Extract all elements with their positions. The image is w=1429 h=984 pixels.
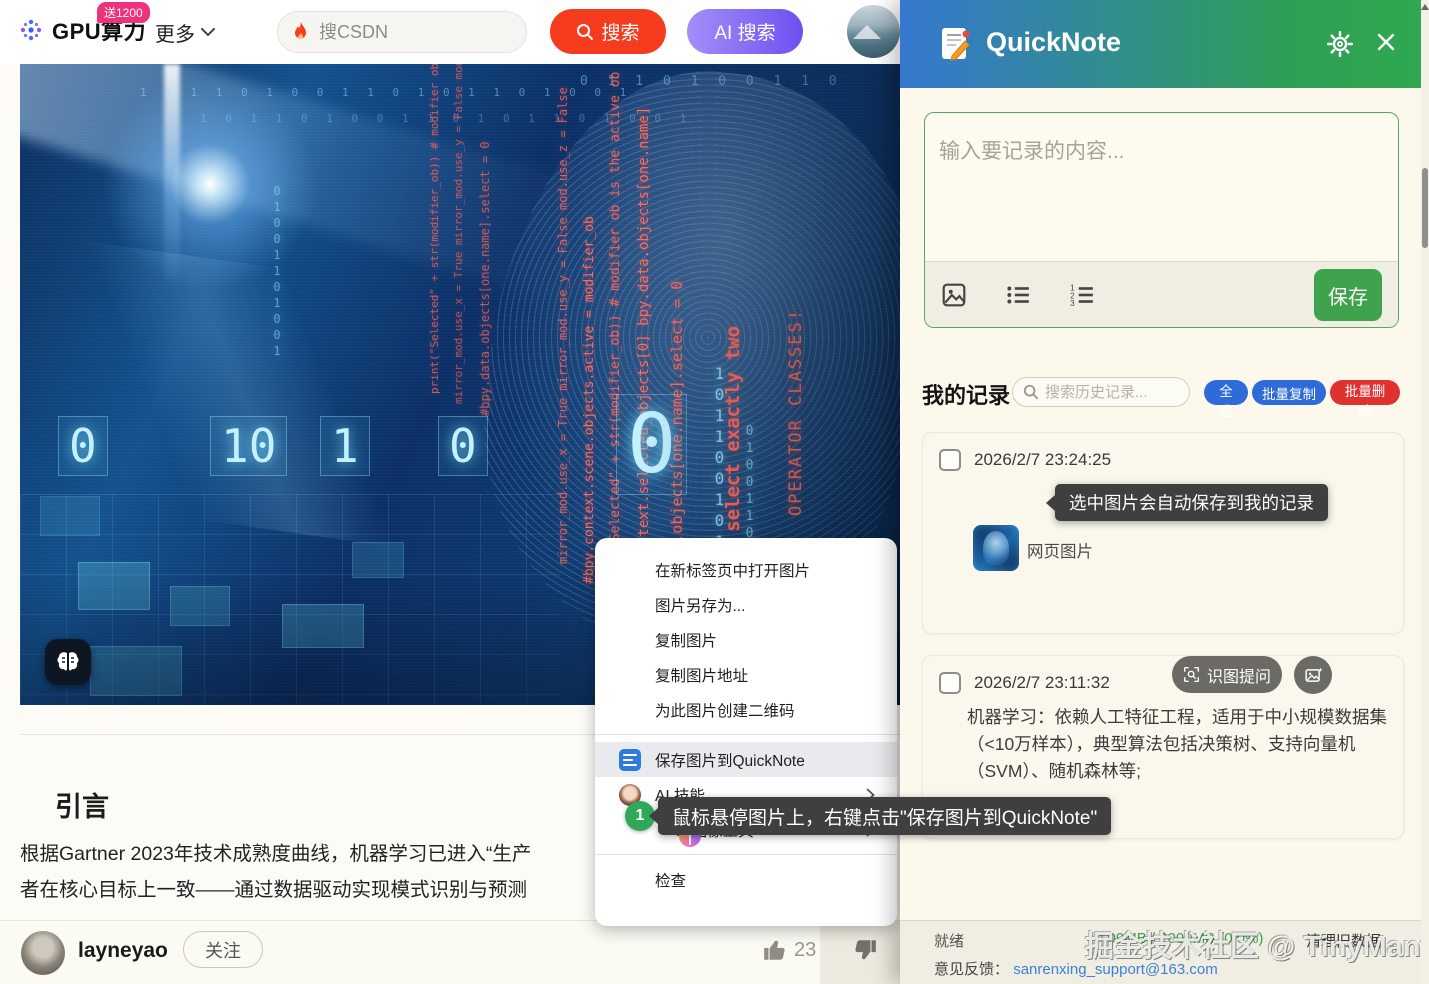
record-image-label: 网页图片 xyxy=(1027,538,1093,562)
flame-icon xyxy=(292,21,310,43)
author-bar: layneyao 关注 23 xyxy=(0,920,900,984)
search-button[interactable]: 搜索 xyxy=(550,9,666,54)
follow-button[interactable]: 关注 xyxy=(183,931,263,968)
record-item: 2026/2/7 23:24:25 网页图片 xyxy=(922,432,1404,634)
tutorial-step-1-tooltip: 鼠标悬停图片上，右键点击"保存图片到QuickNote" xyxy=(658,797,1111,835)
panel-scrollbar[interactable] xyxy=(1421,0,1429,984)
site-topbar: GPU算力 送1200 更多 搜索 AI 搜索 xyxy=(0,0,900,64)
batch-copy-button[interactable]: 批量复制 xyxy=(1252,380,1326,405)
batch-delete-button[interactable]: 批量删除 xyxy=(1330,380,1400,405)
more-label: 更多 xyxy=(155,18,195,47)
tutorial-step-2-tooltip: 选中图片会自动保存到我的记录 xyxy=(1055,484,1328,521)
chevron-down-icon xyxy=(201,28,215,37)
quicknote-panel: QuickNote xyxy=(900,0,1421,984)
record-date: 2026/2/7 23:24:25 xyxy=(974,450,1111,470)
feedback-row: 意见反馈： sanrenxing_support@163.com xyxy=(934,958,1218,979)
search-icon xyxy=(1023,384,1039,400)
menu-item-inspect[interactable]: 检查 xyxy=(595,862,897,897)
brain-icon xyxy=(55,650,81,674)
note-input[interactable] xyxy=(925,113,1398,263)
dislike-button[interactable] xyxy=(852,937,878,968)
bullet-list-icon[interactable] xyxy=(1005,282,1031,308)
records-search-input[interactable] xyxy=(1045,384,1175,401)
save-note-button[interactable]: 保存 xyxy=(1314,269,1382,321)
search-button-label: 搜索 xyxy=(601,18,639,45)
settings-gear-icon[interactable] xyxy=(1326,30,1354,58)
thumbs-down-icon xyxy=(852,937,878,963)
scrollbar-thumb[interactable] xyxy=(1422,168,1428,248)
svg-text:3: 3 xyxy=(1070,298,1075,307)
menu-separator xyxy=(595,734,897,735)
menu-separator xyxy=(595,854,897,855)
scrollbar-arrow xyxy=(1421,4,1429,10)
feedback-email-link[interactable]: sanrenxing_support@163.com xyxy=(1013,961,1218,978)
clean-old-data-link[interactable]: 清理旧数据 xyxy=(1306,930,1381,951)
article-heading: 引言 xyxy=(55,785,109,824)
status-ready: 就绪 xyxy=(934,930,964,951)
records-title: 我的记录 xyxy=(922,378,1010,410)
status-memory: 0.09MB / 2000MB (0.0%) xyxy=(1095,930,1263,947)
image-export-button[interactable] xyxy=(1294,656,1332,694)
more-menu[interactable]: 更多 xyxy=(155,18,215,47)
site-search-input[interactable] xyxy=(319,22,489,43)
menu-item-create-qrcode[interactable]: 为此图片创建二维码 xyxy=(595,692,897,727)
search-icon xyxy=(576,23,594,41)
author-name: layneyao xyxy=(78,939,168,963)
feedback-label: 意见反馈： xyxy=(934,961,1009,978)
ai-search-label: AI 搜索 xyxy=(714,18,775,45)
note-toolbar: 1 2 3 保存 xyxy=(925,261,1398,327)
select-all-button[interactable]: 全选 xyxy=(1204,380,1248,405)
quicknote-title: QuickNote xyxy=(986,27,1121,58)
menu-item-copy-image-address[interactable]: 复制图片地址 xyxy=(595,657,897,692)
records-header: 我的记录 全选 批量复制 批量删除 xyxy=(900,376,1421,410)
site-logo[interactable]: GPU算力 送1200 xyxy=(18,14,146,46)
note-editor-card: 1 2 3 保存 xyxy=(924,112,1399,328)
site-search-box[interactable] xyxy=(277,11,527,53)
close-icon xyxy=(1376,32,1396,52)
record-date: 2026/2/7 23:11:32 xyxy=(974,673,1110,693)
records-search-box[interactable] xyxy=(1012,377,1190,407)
author-avatar[interactable] xyxy=(21,931,65,975)
user-avatar[interactable] xyxy=(847,5,900,58)
image-context-menu: 在新标签页中打开图片 图片另存为... 复制图片 复制图片地址 为此图片创建二维… xyxy=(595,538,897,926)
scan-image-icon xyxy=(1183,666,1200,683)
record-checkbox[interactable] xyxy=(939,672,961,694)
numbered-list-icon[interactable]: 1 2 3 xyxy=(1069,282,1095,308)
menu-item-save-to-quicknote[interactable]: 保存图片到QuickNote xyxy=(595,742,897,777)
quicknote-doc-icon xyxy=(619,749,641,771)
menu-item-open-image-new-tab[interactable]: 在新标签页中打开图片 xyxy=(595,552,897,587)
like-button[interactable]: 23 xyxy=(762,937,816,963)
record-text: 机器学习：依赖人工特征工程，适用于中小规模数据集（<10万样本），典型算法包括决… xyxy=(967,704,1393,785)
csdn-logo-icon xyxy=(18,17,44,43)
record-checkbox[interactable] xyxy=(939,449,961,471)
menu-item-save-image-as[interactable]: 图片另存为... xyxy=(595,587,897,622)
screen: GPU算力 送1200 更多 搜索 AI 搜索 xyxy=(0,0,1429,984)
close-panel-button[interactable] xyxy=(1372,28,1400,56)
like-count: 23 xyxy=(794,939,816,962)
ai-search-button[interactable]: AI 搜索 xyxy=(687,9,803,54)
promo-badge: 送1200 xyxy=(97,2,150,23)
image-plus-icon xyxy=(1304,666,1323,685)
insert-image-icon[interactable] xyxy=(941,282,967,308)
ask-about-image-button[interactable]: 识图提问 xyxy=(1172,656,1282,693)
ai-tool-overlay-button[interactable] xyxy=(45,639,91,685)
panel-status-bar: 就绪 0.09MB / 2000MB (0.0%) 清理旧数据 意见反馈： sa… xyxy=(900,920,1421,984)
thumbs-up-icon xyxy=(762,937,788,963)
quicknote-logo-icon xyxy=(938,26,974,62)
record-image-thumbnail[interactable] xyxy=(973,525,1019,571)
menu-item-copy-image[interactable]: 复制图片 xyxy=(595,622,897,657)
quicknote-header: QuickNote xyxy=(900,0,1421,88)
